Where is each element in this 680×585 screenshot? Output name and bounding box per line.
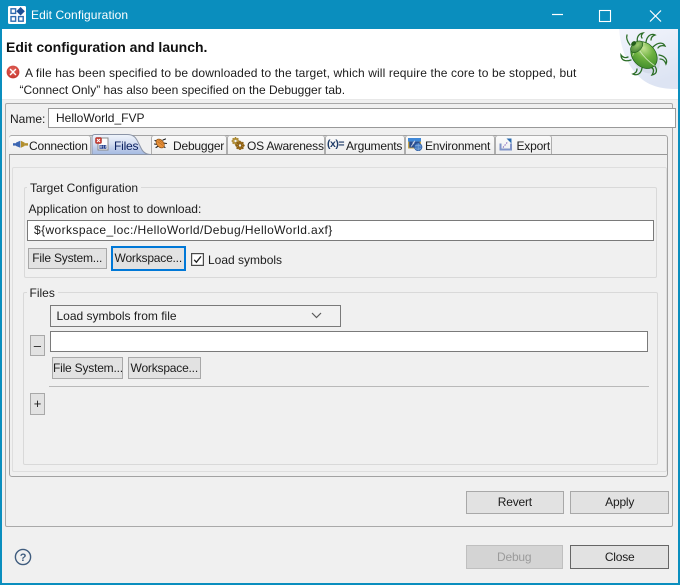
svg-text:010: 010: [100, 147, 108, 151]
svg-text:?: ?: [20, 552, 27, 564]
